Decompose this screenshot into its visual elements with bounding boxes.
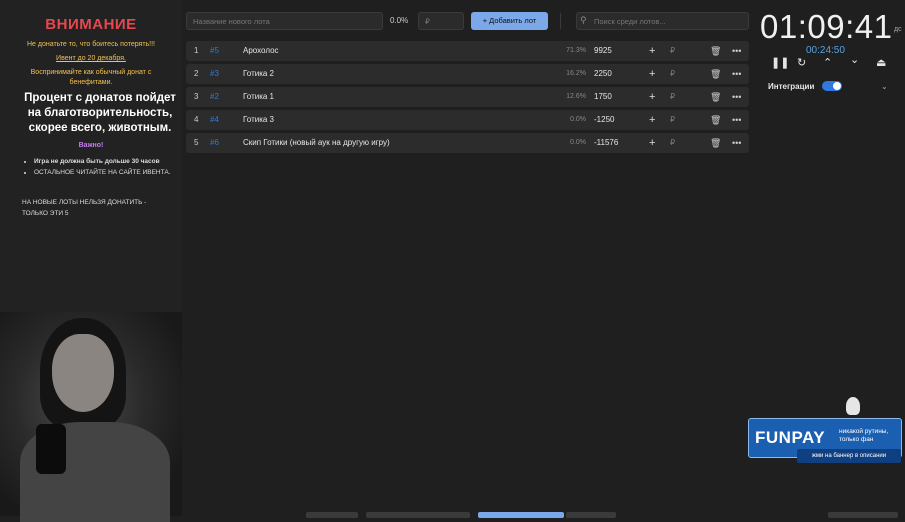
ruble-icon[interactable]: ₽	[670, 87, 675, 107]
notice-bullet: ОСТАЛЬНОЕ ЧИТАЙТЕ НА САЙТЕ ИВЕНТА.	[34, 167, 194, 178]
pause-icon[interactable]: ❚❚	[771, 56, 789, 69]
funpay-tagline: никакой рутины, только фан	[839, 428, 889, 443]
search-icon: ⚲	[580, 15, 587, 25]
toggle-knob	[833, 82, 841, 90]
lot-amount[interactable]: -1250	[594, 110, 614, 130]
lot-name[interactable]: Скип Готики (новый аук на другую игру)	[243, 133, 390, 153]
lot-index: 1	[194, 46, 199, 55]
add-amount-icon[interactable]: +	[649, 87, 655, 107]
knight-mascot-icon	[846, 397, 860, 415]
add-amount-icon[interactable]: +	[649, 110, 655, 130]
trash-icon[interactable]: 🗑	[710, 87, 721, 107]
lot-percent: 0.0%	[570, 139, 586, 146]
timer-elapsed: 00:24:50	[806, 45, 845, 56]
funpay-logo: FUNPAY	[755, 428, 826, 447]
new-lot-percent: 0.0%	[390, 16, 409, 25]
lot-row[interactable]: 3 #2 Готика 1 12.6% 1750 + ₽ 🗑 •••	[186, 87, 749, 107]
more-options-icon[interactable]: •••	[732, 110, 741, 130]
lot-percent: 12.6%	[566, 93, 586, 100]
lot-name[interactable]: Арохолос	[243, 41, 279, 61]
trash-icon[interactable]: 🗑	[710, 110, 721, 130]
lot-index: 2	[194, 69, 199, 78]
lot-row[interactable]: 1 #5 Арохолос 71.3% 9925 + ₽ 🗑 •••	[186, 41, 749, 61]
more-options-icon[interactable]: •••	[732, 41, 741, 61]
add-amount-icon[interactable]: +	[649, 41, 655, 61]
chevron-up-icon[interactable]: ⌃	[823, 56, 832, 69]
lot-index: 4	[194, 115, 199, 124]
ruble-icon[interactable]: ₽	[670, 64, 675, 84]
pagination-control[interactable]	[366, 512, 470, 518]
more-options-icon[interactable]: •••	[732, 87, 741, 107]
notice-main-text: Процент с донатов пойдет на благотворите…	[24, 92, 176, 134]
notice-line-3: Воспринимайте как обычный донат с бенефи…	[30, 69, 152, 86]
lot-row[interactable]: 2 #3 Готика 2 16.2% 2250 + ₽ 🗑 •••	[186, 64, 749, 84]
lot-name[interactable]: Готика 3	[243, 110, 274, 130]
lot-name[interactable]: Готика 2	[243, 64, 274, 84]
lot-id[interactable]: #6	[210, 133, 219, 153]
lot-index: 5	[194, 138, 199, 147]
pagination-control[interactable]	[566, 512, 616, 518]
lot-id[interactable]: #4	[210, 110, 219, 130]
webcam-face	[52, 334, 114, 412]
lot-amount[interactable]: 9925	[594, 41, 612, 61]
lot-id[interactable]: #2	[210, 87, 219, 107]
notice-bullets: Игра не должна быть дольше 30 часов ОСТА…	[22, 156, 194, 178]
new-lot-name-input[interactable]: Название нового лота	[186, 12, 383, 30]
microphone-icon	[36, 424, 66, 474]
integrations-label: Интеграции	[768, 82, 815, 91]
notice-line-1: Не донатьте то, что боитесь потерять!!!	[26, 41, 156, 48]
lot-percent: 71.3%	[566, 47, 586, 54]
more-options-icon[interactable]: •••	[732, 133, 741, 153]
notice-bullet: Игра не должна быть дольше 30 часов	[34, 156, 194, 167]
webcam-feed	[0, 312, 182, 522]
pagination-active[interactable]	[478, 512, 564, 518]
reset-icon[interactable]: ↻	[797, 56, 806, 69]
lot-id[interactable]: #5	[210, 41, 219, 61]
trash-icon[interactable]: 🗑	[710, 133, 721, 153]
lot-amount[interactable]: 2250	[594, 64, 612, 84]
ruble-icon[interactable]: ₽	[670, 41, 675, 61]
lot-amount[interactable]: -11576	[594, 133, 618, 153]
add-lot-label: Добавить лот	[489, 16, 537, 25]
trash-icon[interactable]: 🗑	[710, 64, 721, 84]
add-amount-icon[interactable]: +	[649, 64, 655, 84]
funpay-cta[interactable]: жми на баннер в описании	[797, 449, 901, 463]
divider	[560, 13, 561, 29]
notice-footer: НА НОВЫЕ ЛОТЫ НЕЛЬЗЯ ДОНАТИТЬ - ТОЛЬКО Э…	[22, 199, 147, 217]
notice-title: ВНИМАНИЕ	[45, 16, 137, 33]
timer-display: 01:09:41	[760, 8, 893, 45]
timer-side-label[interactable]: дс	[894, 26, 902, 33]
lot-name[interactable]: Готика 1	[243, 87, 274, 107]
chevron-down-icon[interactable]: ⌄	[881, 82, 888, 91]
lot-id[interactable]: #3	[210, 64, 219, 84]
search-lots-input[interactable]: Поиск среди лотов...	[576, 12, 749, 30]
notice-important: Важно!	[78, 142, 104, 149]
trash-icon[interactable]: 🗑	[710, 41, 721, 61]
notice-line-2: Ивент до 20 декабря.	[56, 55, 126, 62]
lot-percent: 16.2%	[566, 70, 586, 77]
integrations-row[interactable]: Интеграции ⌄	[762, 78, 897, 96]
pagination-control[interactable]	[306, 512, 358, 518]
lot-percent: 0.0%	[570, 116, 586, 123]
ruble-icon[interactable]: ₽	[670, 110, 675, 130]
more-options-icon[interactable]: •••	[732, 64, 741, 84]
pagination-control[interactable]	[828, 512, 898, 518]
lot-row[interactable]: 4 #4 Готика 3 0.0% -1250 + ₽ 🗑 •••	[186, 110, 749, 130]
eject-icon[interactable]: ⏏	[876, 56, 886, 69]
new-lot-amount-input[interactable]: ₽	[418, 12, 464, 30]
lot-index: 3	[194, 92, 199, 101]
funpay-banner[interactable]: FUNPAY никакой рутины, только фан жми на…	[748, 418, 902, 463]
lot-row[interactable]: 5 #6 Скип Готики (новый аук на другую иг…	[186, 133, 749, 153]
chevron-down-icon[interactable]: ⌄	[850, 53, 859, 66]
ruble-icon[interactable]: ₽	[670, 133, 675, 153]
add-amount-icon[interactable]: +	[649, 133, 655, 153]
add-lot-button[interactable]: + Добавить лот	[471, 12, 548, 30]
lot-amount[interactable]: 1750	[594, 87, 612, 107]
